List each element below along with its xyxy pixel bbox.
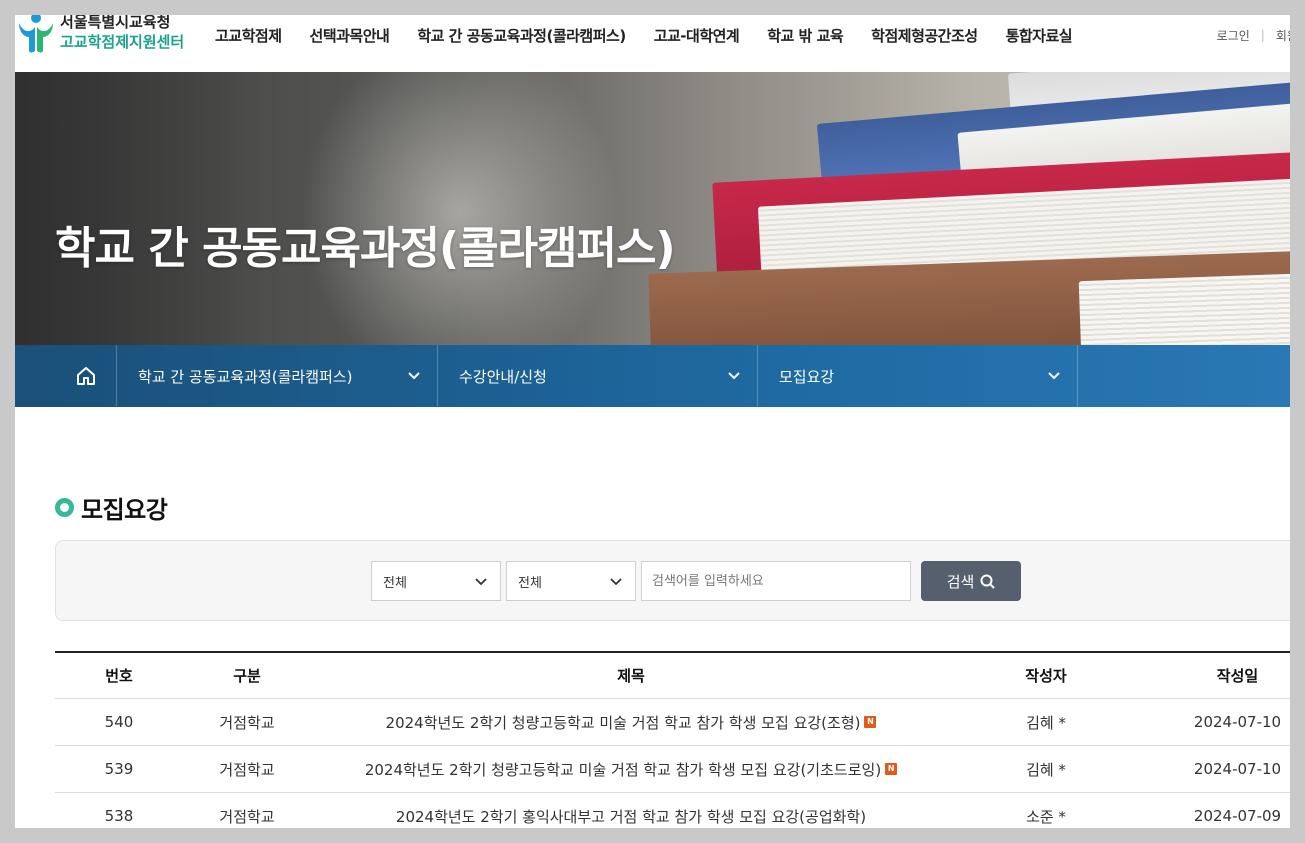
chevron-down-icon [728,372,740,380]
page: 서울특별시교육청 고교학점제지원센터 고교학점제 선택과목안내 학교 간 공동교… [15,15,1290,828]
chevron-down-icon [1048,372,1060,380]
row-date: 2024-07-10 [1193,713,1282,731]
row-title-link[interactable]: 2024학년도 2학기 청량고등학교 미술 거점 학교 참가 학생 모집 요강(… [311,746,951,792]
row-author: 김혜 * [1026,760,1066,779]
home-icon [76,367,95,385]
home-button[interactable] [55,345,117,407]
signup-link[interactable]: 회원가입 [1276,27,1290,44]
chevron-down-icon [475,578,487,586]
row-number: 540 [104,713,134,731]
search-field-select[interactable]: 전체 [506,561,636,601]
header-date: 작성일 [1216,667,1259,685]
util-links: 로그인 | 회원가입 [1217,15,1290,55]
nav-item-cola-campus[interactable]: 학교 간 공동교육과정(콜라캠퍼스) [417,25,626,46]
breadcrumb-depth2-label: 수강안내/신청 [459,367,547,386]
search-button-label: 검색 [946,572,975,591]
section-title: 모집요강 [81,496,168,524]
category-select[interactable]: 전체 [371,561,501,601]
search-icon [980,574,996,589]
row-date: 2024-07-10 [1193,760,1282,778]
nav-item-outside-school[interactable]: 학교 밖 교육 [767,25,843,46]
row-title-link[interactable]: 2024학년도 2학기 홍익사대부고 거점 학교 참가 학생 모집 요강(공업화… [311,793,951,828]
logo-center-name: 고교학점제지원센터 [60,33,185,51]
location-bar: 학교 간 공동교육과정(콜라캠퍼스) 수강안내/신청 모집요강 [15,345,1290,407]
hero-shade [15,72,260,345]
chevron-down-icon [610,578,622,586]
row-date: 2024-07-09 [1193,807,1282,825]
hero-title: 학교 간 공동교육과정(콜라캠퍼스) [55,223,676,274]
nav-item-space[interactable]: 학점제형공간조성 [871,25,978,46]
chevron-down-icon [408,372,420,380]
breadcrumb-depth1[interactable]: 학교 간 공동교육과정(콜라캠퍼스) [117,345,438,407]
nav-item-credit-system[interactable]: 고교학점제 [215,25,282,46]
row-author: 김혜 * [1026,713,1066,732]
row-title: 2024학년도 2학기 청량고등학교 미술 거점 학교 참가 학생 모집 요강(… [364,760,882,779]
breadcrumb-depth3[interactable]: 모집요강 [758,345,1078,407]
row-title: 2024학년도 2학기 홍익사대부고 거점 학교 참가 학생 모집 요강(공업화… [395,807,867,826]
header-number: 번호 [105,667,133,685]
book-illustration [1078,272,1290,345]
hero-banner: 학교 간 공동교육과정(콜라캠퍼스) [15,72,1290,345]
hero-bokeh [300,72,620,345]
nav-item-elective-guide[interactable]: 선택과목안내 [310,25,390,46]
nav-item-university-link[interactable]: 고교-대학연계 [654,25,740,46]
logo-org-name: 서울특별시교육청 [60,15,171,31]
site-logo[interactable]: 서울특별시교육청 고교학점제지원센터 [15,15,200,59]
row-number: 538 [104,807,134,825]
new-badge-icon: N [864,716,877,728]
site-header: 서울특별시교육청 고교학점제지원센터 고교학점제 선택과목안내 학교 간 공동교… [15,15,1290,72]
row-category: 거점학교 [219,760,275,779]
table-row: 540 거점학교 2024학년도 2학기 청량고등학교 미술 거점 학교 참가 … [55,699,1290,746]
row-title-link[interactable]: 2024학년도 2학기 청량고등학교 미술 거점 학교 참가 학생 모집 요강(… [311,699,951,745]
search-field-select-value: 전체 [518,575,542,591]
header-author: 작성자 [1025,667,1067,685]
logo-emblem-icon [19,15,53,53]
row-title: 2024학년도 2학기 청량고등학교 미술 거점 학교 참가 학생 모집 요강(… [385,713,861,732]
nav-item-archive[interactable]: 통합자료실 [1006,25,1073,46]
table-row: 538 거점학교 2024학년도 2학기 홍익사대부고 거점 학교 참가 학생 … [55,793,1290,828]
login-link[interactable]: 로그인 [1217,27,1250,44]
heading-dot-icon [55,498,74,517]
breadcrumb-depth2[interactable]: 수강안내/신청 [438,345,758,407]
section-heading: 모집요강 [55,490,168,525]
table-header: 번호 구분 제목 작성자 작성일 [55,653,1290,699]
main-nav: 고교학점제 선택과목안내 학교 간 공동교육과정(콜라캠퍼스) 고교-대학연계 … [215,15,1100,55]
header-title: 제목 [617,667,645,685]
search-panel: 전체 전체 검색 [55,540,1290,621]
breadcrumb-depth1-label: 학교 간 공동교육과정(콜라캠퍼스) [138,367,353,386]
table-row: 539 거점학교 2024학년도 2학기 청량고등학교 미술 거점 학교 참가 … [55,746,1290,793]
header-category: 구분 [233,667,261,685]
search-input[interactable] [641,561,911,601]
util-divider: | [1260,28,1265,42]
recruit-table: 번호 구분 제목 작성자 작성일 540 거점학교 2024학년도 2학기 청량… [55,651,1290,828]
row-author: 소준 * [1026,807,1066,826]
category-select-value: 전체 [383,575,407,591]
row-number: 539 [104,760,134,778]
search-button[interactable]: 검색 [921,561,1021,601]
row-category: 거점학교 [219,807,275,826]
row-category: 거점학교 [219,713,275,732]
breadcrumb-depth3-label: 모집요강 [779,367,835,386]
new-badge-icon: N [885,763,898,775]
